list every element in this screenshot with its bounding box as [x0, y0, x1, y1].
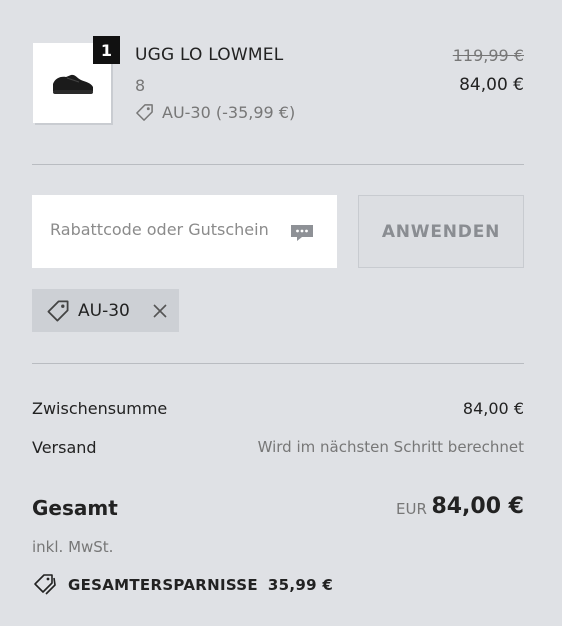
- product-discount-text: AU-30 (-35,99 €): [162, 103, 296, 122]
- total-savings: GESAMTERSPARNISSE 35,99 €: [32, 573, 333, 597]
- product-discount: AU-30 (-35,99 €): [135, 103, 295, 122]
- tag-icon: [136, 104, 153, 121]
- shoe-image: [53, 74, 93, 94]
- total-value: 84,00 €: [431, 494, 524, 519]
- divider: [32, 363, 524, 364]
- shipping-value: Wird im nächsten Schritt berechnet: [257, 438, 524, 456]
- product-name: UGG LO LOWMEL: [135, 45, 284, 65]
- tax-note: inkl. MwSt.: [32, 538, 114, 556]
- subtotal-value: 84,00 €: [462, 399, 524, 418]
- divider: [32, 164, 524, 165]
- total-label: Gesamt: [32, 496, 118, 520]
- item-price: 84,00 €: [459, 75, 524, 95]
- quantity-badge: 1: [93, 36, 120, 64]
- chat-icon[interactable]: [289, 223, 315, 243]
- savings-label: GESAMTERSPARNISSE: [68, 576, 258, 594]
- subtotal-label: Zwischensumme: [32, 399, 168, 418]
- coupon-code-placeholder: Rabattcode oder Gutschein: [50, 220, 269, 239]
- original-price: 119,99 €: [452, 46, 524, 65]
- product-size: 8: [135, 76, 146, 95]
- shipping-label: Versand: [32, 438, 97, 457]
- apply-coupon-button[interactable]: ANWENDEN: [358, 195, 524, 268]
- savings-value: 35,99 €: [267, 576, 334, 594]
- close-icon[interactable]: [152, 303, 168, 319]
- applied-coupon-chip: AU-30: [32, 289, 179, 332]
- tags-icon: [34, 574, 56, 595]
- applied-coupon-code: AU-30: [78, 300, 130, 321]
- total-currency: EUR: [396, 500, 427, 518]
- tag-icon: [47, 300, 69, 321]
